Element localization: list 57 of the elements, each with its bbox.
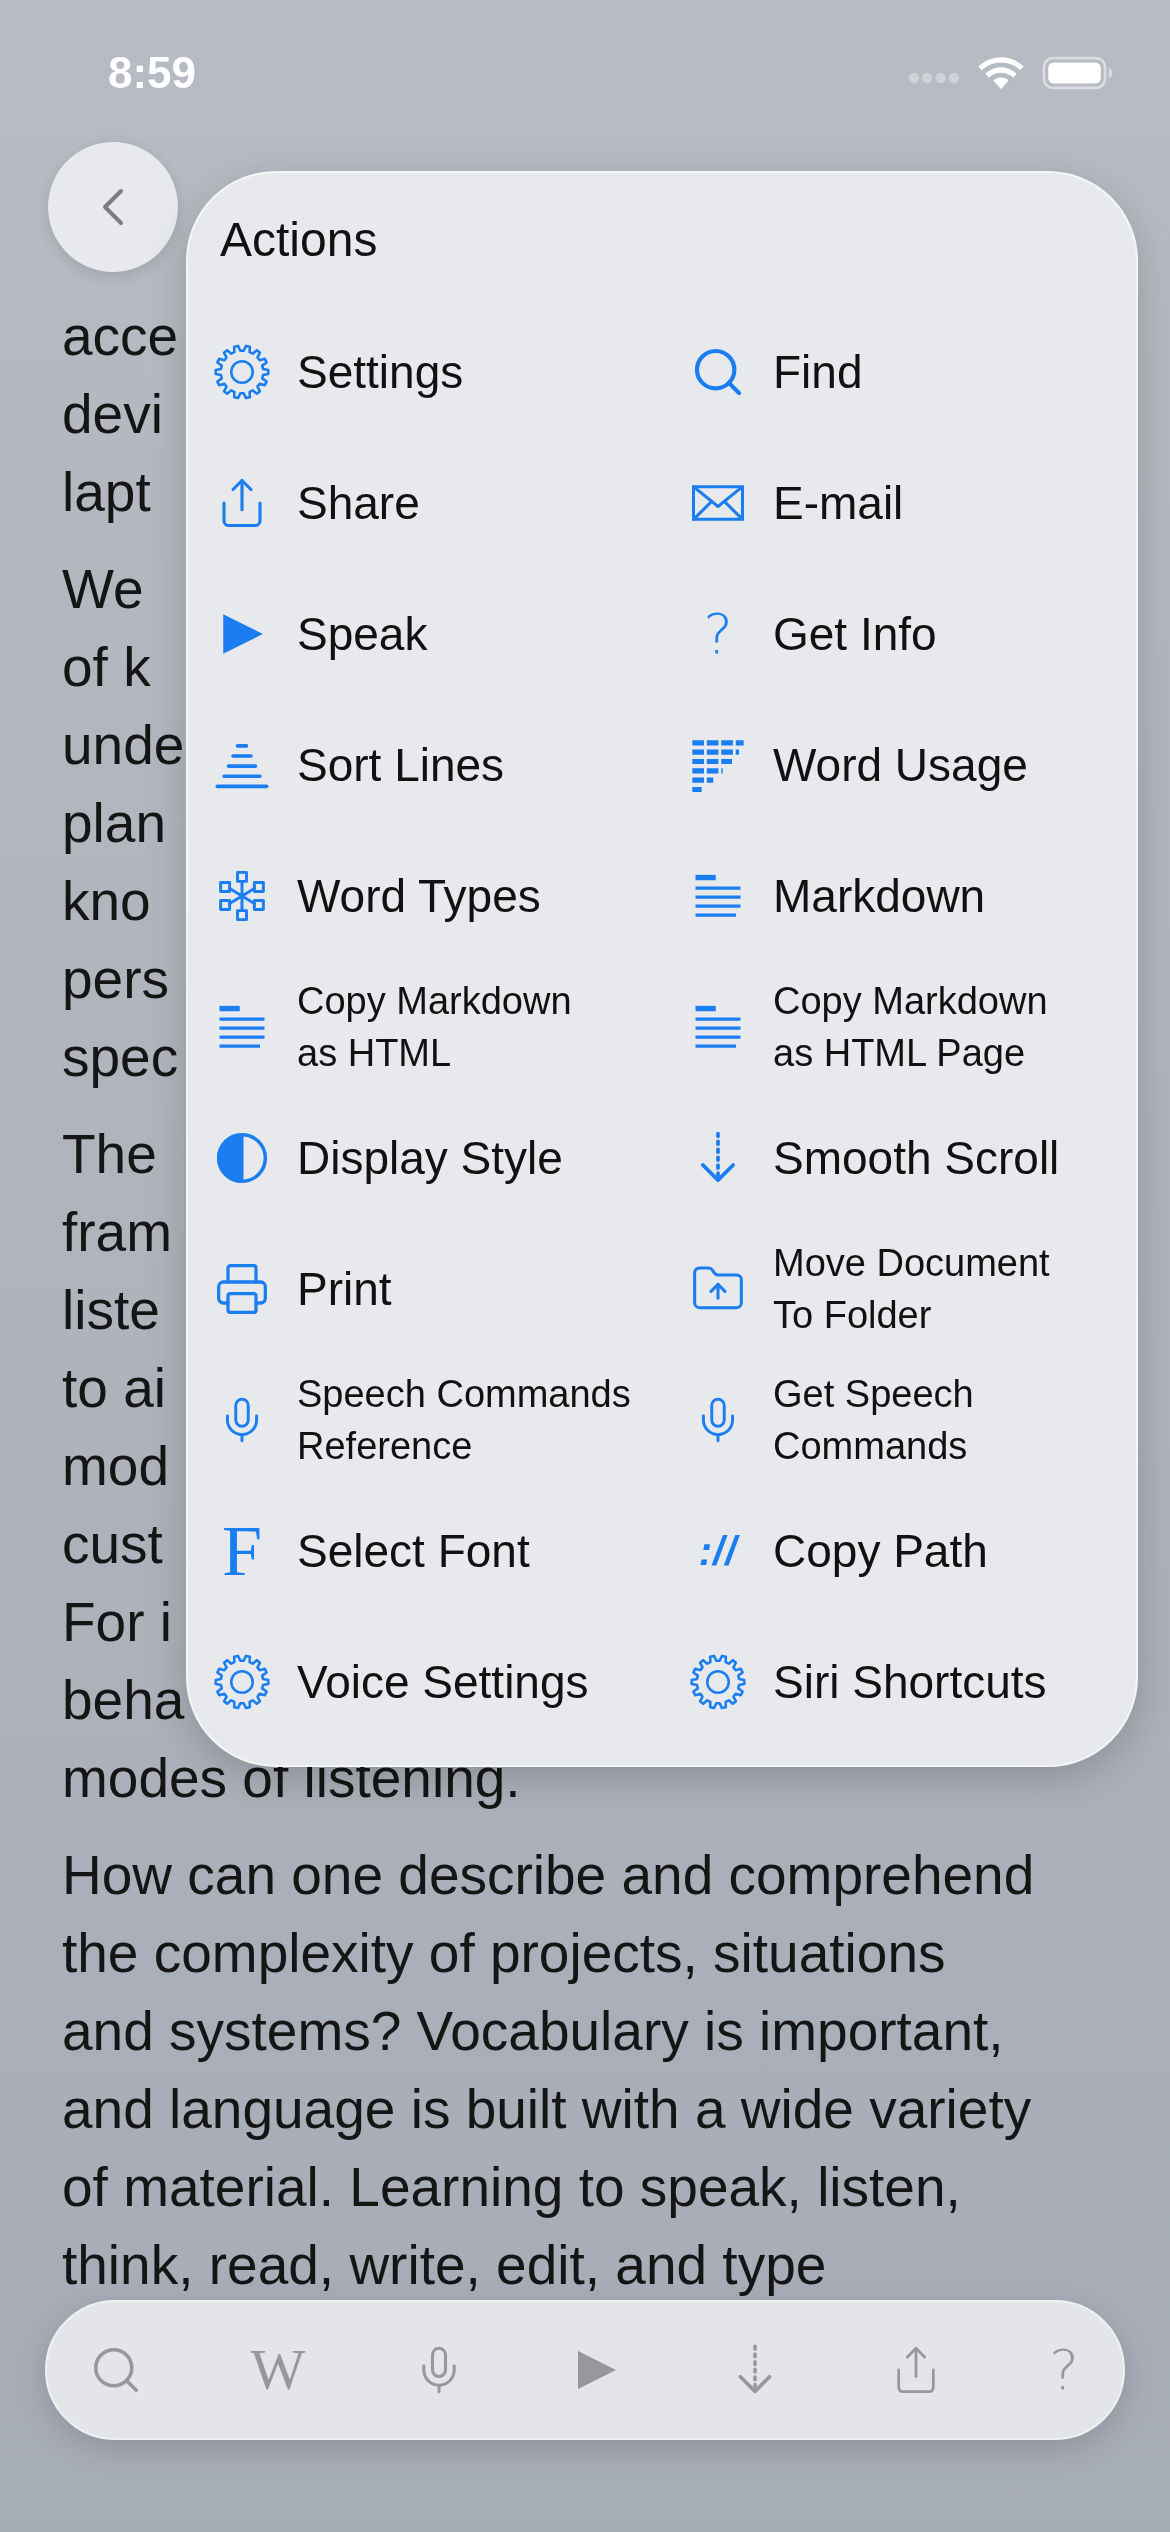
serif-letter-icon: F <box>221 1514 262 1587</box>
body-text-line: liste <box>62 1278 160 1343</box>
body-text-line: think, read, write, edit, and type <box>62 2233 827 2298</box>
body-text-line: We <box>62 557 144 622</box>
wifi-icon <box>976 55 1026 91</box>
body-text-line: The <box>62 1122 157 1187</box>
body-text-line: and language is built with a wide variety <box>62 2077 1032 2142</box>
body-text-line: kno <box>62 869 151 934</box>
gear-icon <box>690 1653 746 1710</box>
body-text-line: For i <box>62 1590 172 1655</box>
body-text-line: of k <box>62 635 151 700</box>
menu-item[interactable]: ? Get Info <box>690 605 937 662</box>
cellular-signal-icon <box>908 72 960 84</box>
body-text-line: fram <box>62 1200 172 1265</box>
body-text-line: pers <box>62 947 169 1012</box>
body-text-line: cust <box>62 1512 163 1577</box>
body-text-line: devi <box>62 382 163 447</box>
menu-item[interactable]: Speech Commands Reference <box>214 1367 631 1472</box>
menu-item[interactable]: F Select Font <box>214 1514 530 1587</box>
menu-item[interactable]: E-mail <box>690 473 904 532</box>
menu-item[interactable]: Markdown <box>690 867 986 924</box>
menu-item[interactable]: Copy Markdown as HTML <box>214 974 572 1079</box>
menu-title: Actions <box>220 212 378 267</box>
menu-item[interactable]: Find <box>690 343 863 400</box>
menu-item[interactable]: Sort Lines <box>214 736 505 793</box>
menu-item[interactable]: Smooth Scroll <box>690 1129 1060 1186</box>
menu-item[interactable]: Word Types <box>214 867 541 924</box>
body-text-line: to ai <box>62 1356 166 1421</box>
menu-item[interactable]: Voice Settings <box>214 1653 589 1710</box>
body-text-line: and systems? Vocabulary is important, <box>62 1999 1004 2064</box>
menu-item[interactable]: Speak <box>214 605 428 662</box>
gear-icon <box>214 1653 270 1710</box>
menu-item[interactable]: Settings <box>214 343 464 400</box>
body-text-line: plan <box>62 791 166 856</box>
status-time: 8:59 <box>108 48 197 98</box>
body-text-line: spec <box>62 1025 179 1090</box>
menu-item[interactable]: Share <box>214 474 420 531</box>
menu-item[interactable]: Get Speech Commands <box>690 1367 974 1472</box>
question-mark-icon: ? <box>703 605 733 662</box>
menu-item[interactable]: Word Usage <box>690 735 1028 794</box>
menu-item[interactable]: Print <box>214 1259 392 1318</box>
body-text-line: acce <box>62 304 179 369</box>
menu-item[interactable]: Display Style <box>214 1129 563 1186</box>
menu-item[interactable]: Copy Markdown as HTML Page <box>690 974 1048 1079</box>
body-text-line: unde <box>62 713 185 778</box>
gear-icon <box>214 343 270 400</box>
body-text-line: the complexity of projects, situations <box>62 1921 946 1986</box>
menu-item[interactable]: Siri Shortcuts <box>690 1653 1047 1710</box>
body-text-line: How can one describe and comprehend <box>62 1843 1035 1908</box>
slashes-icon: :// <box>698 1530 738 1571</box>
body-text-line: lapt <box>62 460 151 525</box>
battery-icon <box>1042 56 1114 90</box>
menu-item[interactable]: :// Copy Path <box>690 1522 988 1579</box>
body-text-line: of material. Learning to speak, listen, <box>62 2155 961 2220</box>
body-text-line: mod <box>62 1434 169 1499</box>
menu-item[interactable]: Move Document To Folder <box>690 1236 1050 1341</box>
body-text-line: beha <box>62 1668 185 1733</box>
